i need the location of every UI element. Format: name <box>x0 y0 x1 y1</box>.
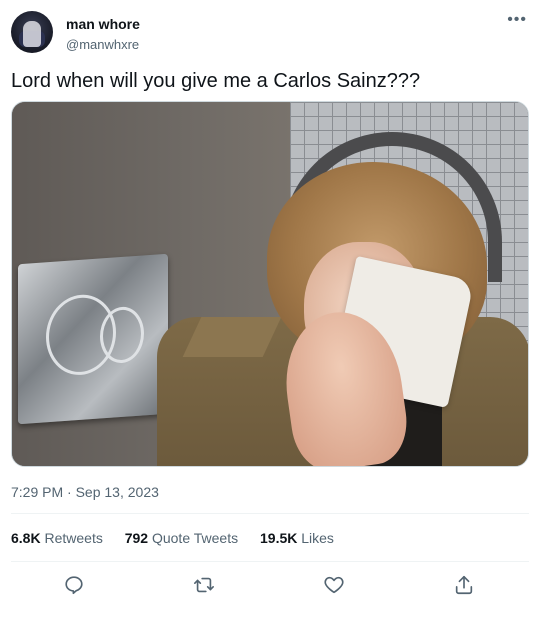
tweet-text: Lord when will you give me a Carlos Sain… <box>11 70 421 92</box>
reply-icon[interactable] <box>63 574 87 598</box>
tweet-header: man whore @manwhxre ••• <box>11 11 529 55</box>
display-name[interactable]: man whore <box>66 16 140 32</box>
tweet-media[interactable] <box>11 101 529 467</box>
user-handle[interactable]: @manwhxre <box>66 37 139 52</box>
tweet-time: 7:29 PM <box>11 484 64 500</box>
meta-separator: · <box>67 484 72 500</box>
tweet-timestamp[interactable]: 7:29 PM · Sep 13, 2023 <box>11 484 159 500</box>
quotes-label: Quote Tweets <box>151 530 239 546</box>
tweet-date: Sep 13, 2023 <box>75 484 159 500</box>
share-icon[interactable] <box>453 574 477 598</box>
likes-stat[interactable]: 19.5K Likes <box>260 530 334 546</box>
tweet-stats: 6.8K Retweets 792 Quote Tweets 19.5K Lik… <box>11 530 352 546</box>
more-horizontal-icon[interactable]: ••• <box>507 11 527 29</box>
retweets-stat[interactable]: 6.8K Retweets <box>11 530 103 546</box>
divider <box>11 513 529 514</box>
avatar[interactable] <box>11 11 53 53</box>
quotes-stat[interactable]: 792 Quote Tweets <box>125 530 238 546</box>
retweets-count: 6.8K <box>11 530 41 546</box>
action-bar <box>11 572 529 602</box>
retweet-icon[interactable] <box>193 574 217 598</box>
likes-label: Likes <box>301 530 334 546</box>
retweets-label: Retweets <box>44 530 103 546</box>
likes-count: 19.5K <box>260 530 298 546</box>
quotes-count: 792 <box>124 530 149 546</box>
divider <box>11 561 529 562</box>
heart-icon[interactable] <box>323 574 347 598</box>
